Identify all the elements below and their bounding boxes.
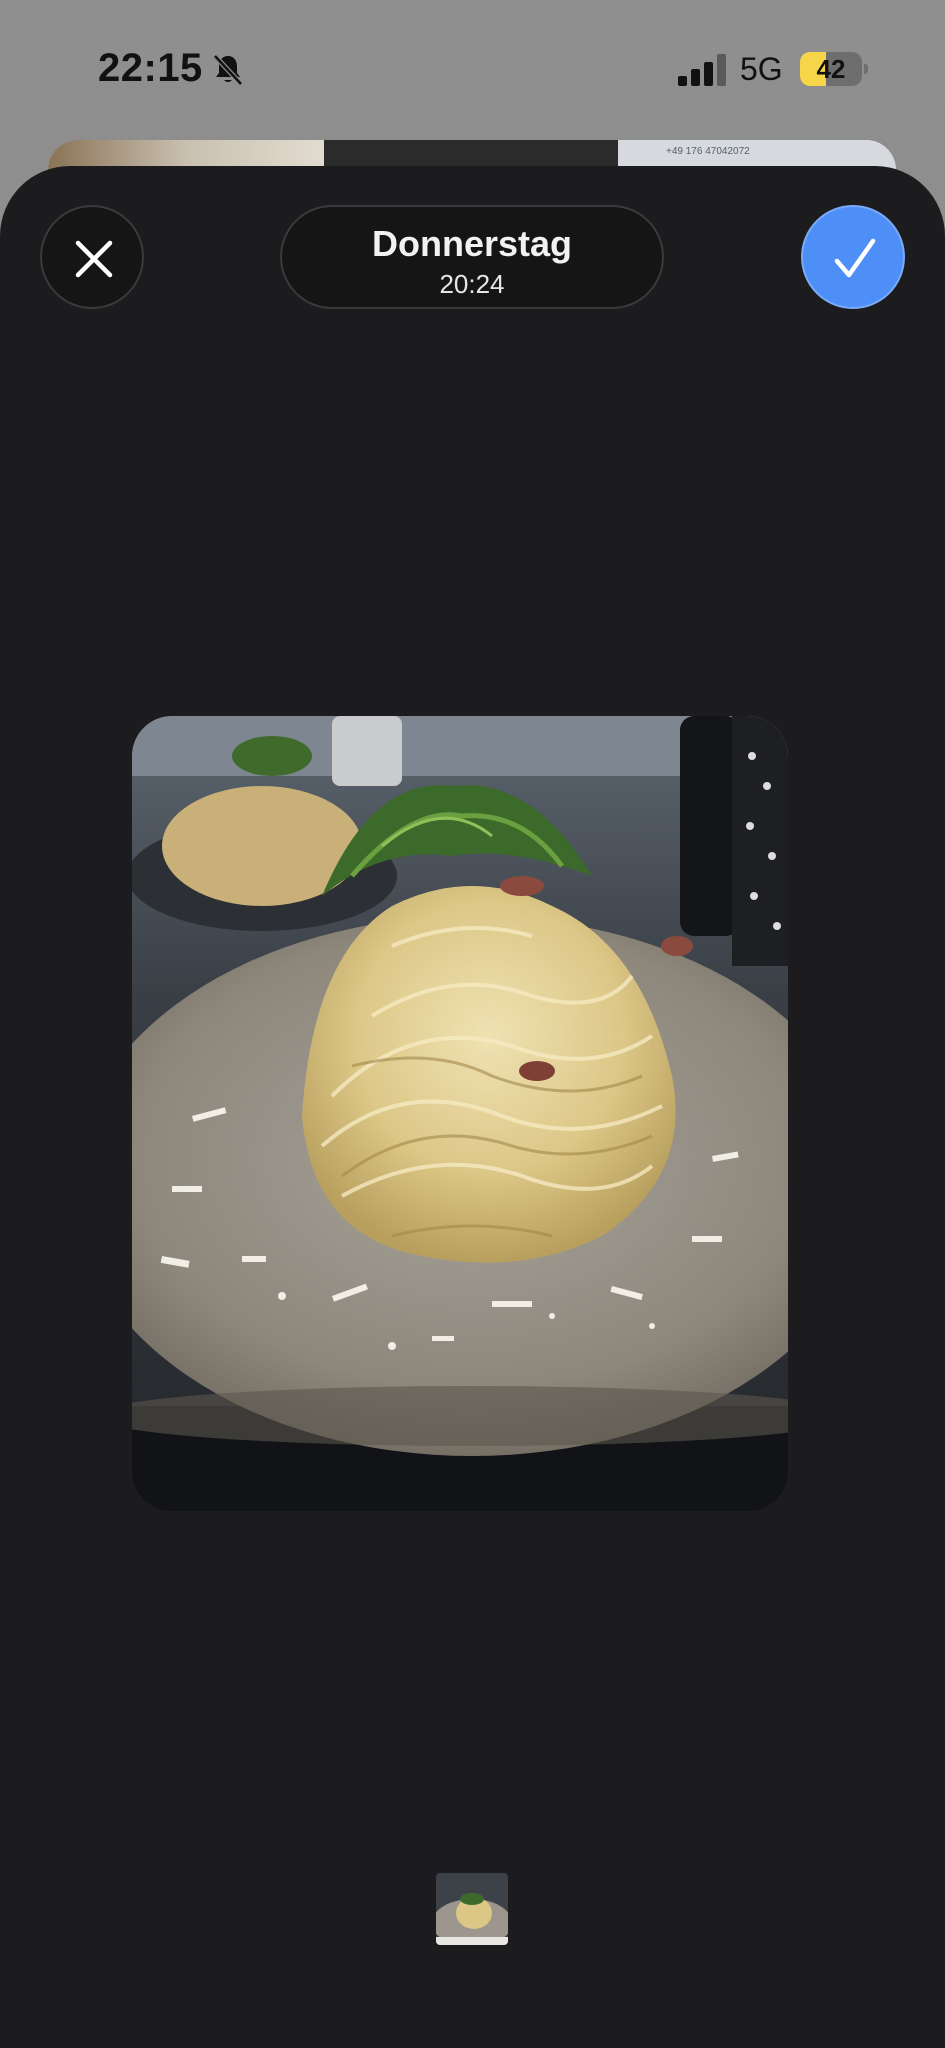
date-title-pill: Donnerstag 20:24	[280, 205, 664, 309]
main-photo	[132, 716, 788, 1511]
battery-level: 42	[816, 54, 846, 84]
close-icon	[75, 240, 113, 278]
battery-nub	[864, 64, 868, 74]
background-phone-text: +49 176 47042072	[666, 146, 750, 157]
bell-slash-icon	[213, 54, 243, 86]
screen: 22:15 5G 42 +49 176 47042072 Donnerstag …	[0, 0, 945, 2048]
battery-indicator: 42	[800, 52, 862, 86]
status-bar: 22:15 5G 42	[0, 0, 945, 140]
photo-thumbnail[interactable]	[436, 1873, 508, 1945]
status-time: 22:15	[98, 46, 203, 90]
cellular-signal-icon	[678, 54, 726, 86]
checkmark-icon	[834, 238, 876, 278]
network-type: 5G	[740, 51, 783, 87]
close-button[interactable]	[40, 205, 144, 309]
confirm-button[interactable]	[801, 205, 905, 309]
title-time: 20:24	[439, 269, 505, 299]
title-day: Donnerstag	[371, 223, 573, 264]
